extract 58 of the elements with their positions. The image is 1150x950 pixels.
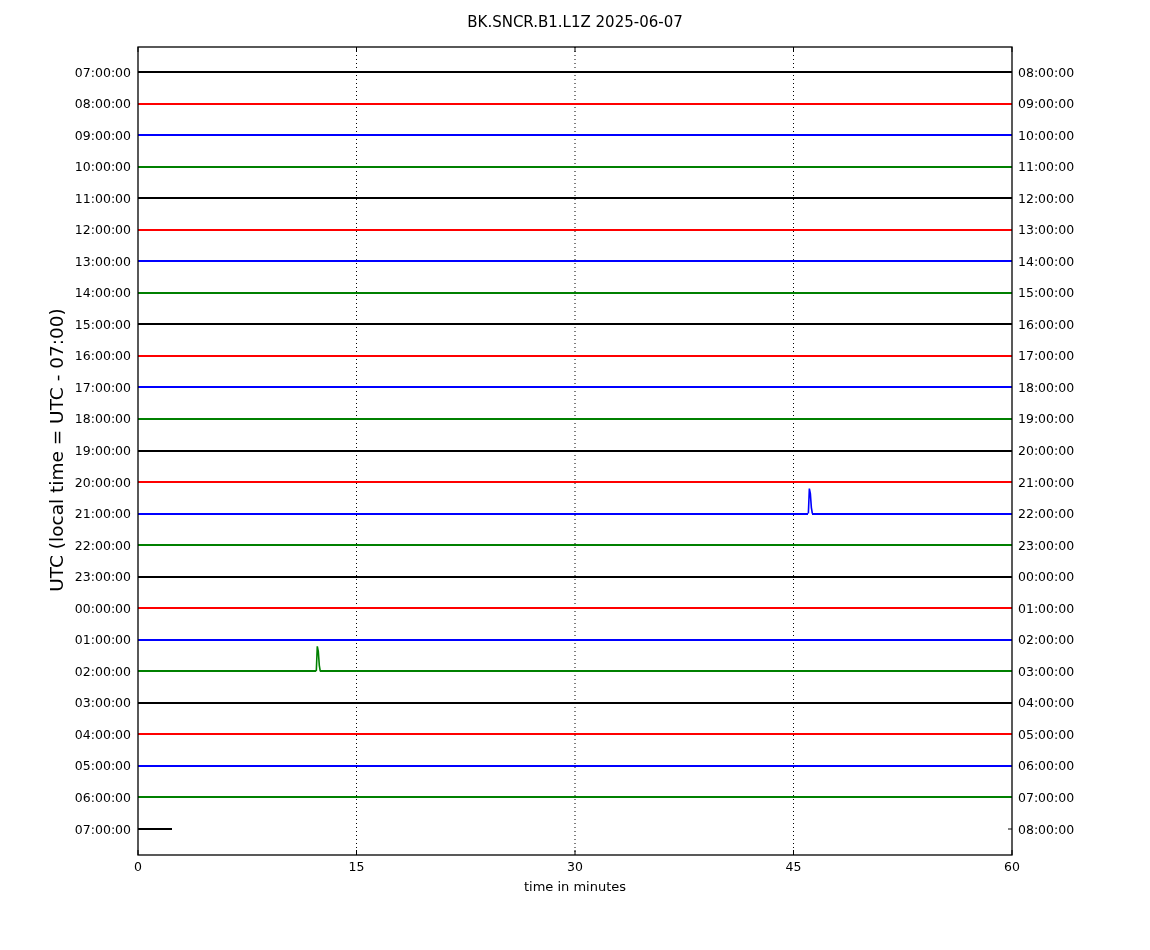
time-label: 13:00:00 <box>74 253 131 269</box>
time-label: 04:00:00 <box>1018 695 1075 711</box>
y-axis-label: UTC (local time = UTC - 07:00) <box>46 308 67 592</box>
time-label: 06:00:00 <box>74 789 131 805</box>
time-label: 10:00:00 <box>74 159 131 175</box>
time-label: 11:00:00 <box>74 190 131 206</box>
time-label: 18:00:00 <box>1018 379 1075 395</box>
axis-tick-label: 60 <box>1004 859 1020 874</box>
time-label: 11:00:00 <box>1018 159 1075 175</box>
time-label: 08:00:00 <box>1018 821 1075 837</box>
time-label: 08:00:00 <box>1018 64 1075 80</box>
time-label: 15:00:00 <box>74 316 131 332</box>
time-label: 21:00:00 <box>1018 474 1075 490</box>
time-label: 19:00:00 <box>1018 411 1075 427</box>
time-label: 17:00:00 <box>1018 348 1075 364</box>
time-label: 06:00:00 <box>1018 758 1075 774</box>
time-label: 23:00:00 <box>1018 537 1075 553</box>
time-label: 05:00:00 <box>1018 726 1075 742</box>
time-label: 07:00:00 <box>1018 789 1075 805</box>
time-label: 09:00:00 <box>74 127 131 143</box>
time-label: 03:00:00 <box>74 695 131 711</box>
time-label: 13:00:00 <box>1018 222 1075 238</box>
time-label: 10:00:00 <box>1018 127 1075 143</box>
time-label: 04:00:00 <box>74 726 131 742</box>
axis-tick-label: 0 <box>134 859 142 874</box>
time-label: 22:00:00 <box>1018 506 1075 522</box>
time-label: 01:00:00 <box>74 632 131 648</box>
time-label: 14:00:00 <box>1018 253 1075 269</box>
time-label: 00:00:00 <box>74 600 131 616</box>
time-label: 23:00:00 <box>74 569 131 585</box>
time-label: 18:00:00 <box>74 411 131 427</box>
time-label: 00:00:00 <box>1018 569 1075 585</box>
x-axis-label: time in minutes <box>523 879 627 894</box>
axis-tick-label: 15 <box>348 859 365 874</box>
time-label: 01:00:00 <box>1018 600 1075 616</box>
time-label: 07:00:00 <box>74 821 131 837</box>
time-label: 08:00:00 <box>74 96 131 112</box>
chart-title: BK.SNCR.B1.L1Z 2025-06-07 <box>467 13 683 31</box>
axis-tick-label: 45 <box>785 859 802 874</box>
time-label: 07:00:00 <box>74 64 131 80</box>
time-label: 12:00:00 <box>1018 190 1075 206</box>
time-label: 12:00:00 <box>74 222 131 238</box>
time-label: 21:00:00 <box>74 506 131 522</box>
time-label: 02:00:00 <box>1018 632 1075 648</box>
time-label: 09:00:00 <box>1018 96 1075 112</box>
time-label: 16:00:00 <box>1018 316 1075 332</box>
time-label: 14:00:00 <box>74 285 131 301</box>
time-label: 02:00:00 <box>74 663 131 679</box>
time-label: 19:00:00 <box>74 443 131 458</box>
time-label: 20:00:00 <box>74 474 131 490</box>
time-label: 16:00:00 <box>74 348 131 364</box>
time-label: 05:00:00 <box>74 758 131 774</box>
time-label: 22:00:00 <box>74 537 131 553</box>
time-label: 03:00:00 <box>1018 663 1075 679</box>
time-label: 15:00:00 <box>1018 285 1075 301</box>
axis-tick-label: 30 <box>567 859 583 874</box>
time-label: 17:00:00 <box>74 379 131 395</box>
time-label: 20:00:00 <box>1018 443 1075 458</box>
